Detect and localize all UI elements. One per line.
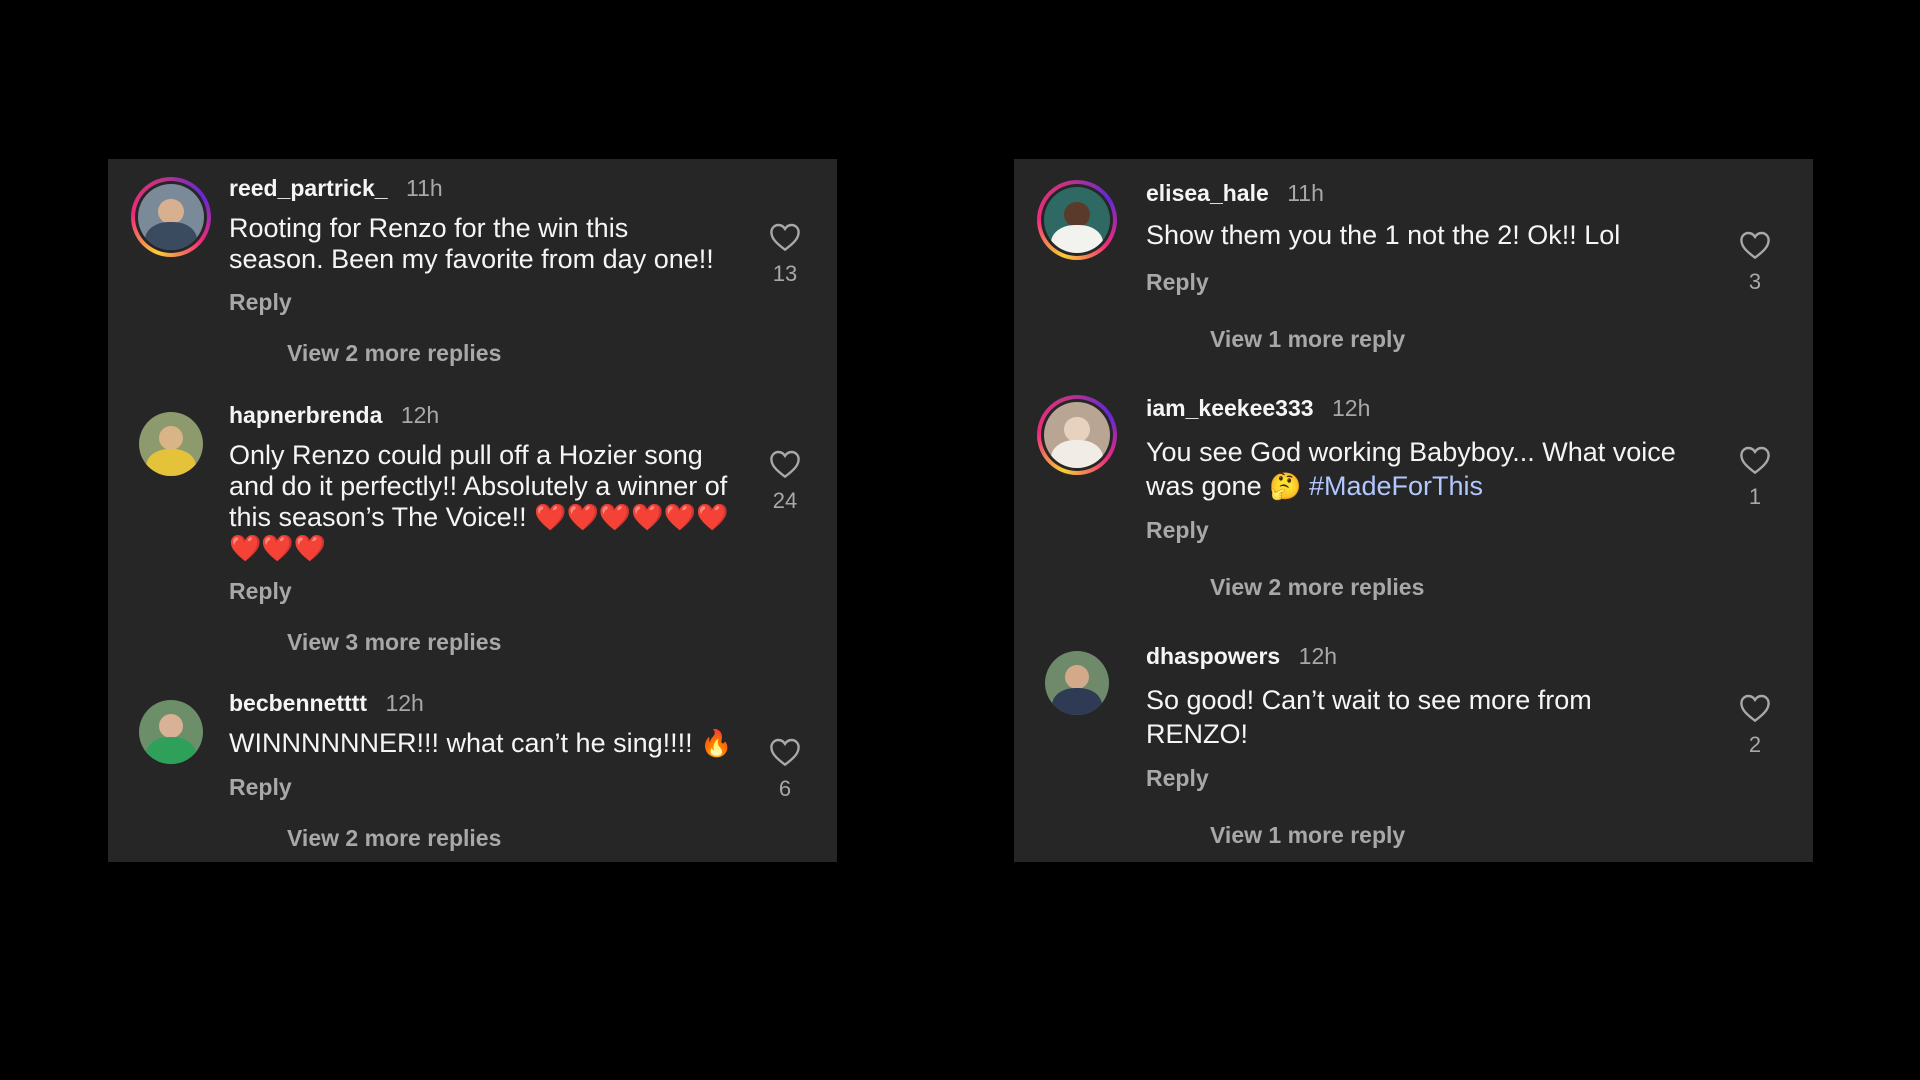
heart-icon[interactable] [1739,445,1771,475]
heart-icon[interactable] [769,449,801,479]
comment-username[interactable]: hapnerbrenda [229,402,382,428]
comment-timestamp: 12h [1332,395,1371,421]
comment-username[interactable]: iam_keekee333 [1146,395,1314,421]
avatar-photo [139,412,203,476]
like-count: 2 [1748,732,1762,757]
avatar[interactable] [1037,395,1117,475]
like-count: 6 [778,776,792,801]
avatar-photo [1044,187,1110,253]
comments-panel-left: reed_partrick_ 11h Rooting for Renzo for… [108,159,837,862]
reply-button[interactable]: Reply [1146,517,1209,544]
comment-text: Show them you the 1 not the 2! Ok!! Lol [1146,220,1621,250]
view-more-replies-link[interactable]: View 3 more replies [287,629,501,656]
avatar[interactable] [131,404,211,484]
comment-text: So good! Can’t wait to see more from REN… [1146,685,1592,749]
comment-text: Rooting for Renzo for the win this seaso… [229,213,714,274]
view-more-replies-link[interactable]: View 2 more replies [1210,574,1424,601]
hashtag-link[interactable]: #MadeForThis [1309,471,1483,501]
reply-button[interactable]: Reply [229,289,292,316]
avatar-photo [138,184,204,250]
like-control: 24 [760,449,810,514]
view-more-replies-link[interactable]: View 2 more replies [287,825,501,852]
comment-timestamp: 12h [385,690,424,716]
like-control: 13 [760,222,810,287]
avatar-photo [139,700,203,764]
avatar[interactable] [1037,643,1117,723]
comments-panel-right: elisea_hale 11h Show them you the 1 not … [1014,159,1813,862]
like-count: 24 [772,488,798,513]
avatar-photo [1044,402,1110,468]
view-more-replies-link[interactable]: View 1 more reply [1210,822,1405,849]
like-count: 13 [772,261,798,286]
like-count: 1 [1748,484,1762,509]
like-control: 2 [1730,693,1780,758]
like-count: 3 [1748,269,1762,294]
thinking-emoji: 🤔 [1269,471,1302,501]
reply-button[interactable]: Reply [1146,269,1209,296]
view-more-replies-link[interactable]: View 2 more replies [287,340,501,367]
reply-button[interactable]: Reply [229,578,292,605]
comment-username[interactable]: dhaspowers [1146,643,1280,669]
like-control: 1 [1730,445,1780,510]
comment-text: Only Renzo could pull off a Hozier song … [229,440,729,564]
heart-icon[interactable] [769,222,801,252]
comment-username[interactable]: elisea_hale [1146,180,1269,206]
comment-username[interactable]: reed_partrick_ [229,175,388,201]
comment-timestamp: 11h [406,175,443,201]
heart-icon[interactable] [1739,693,1771,723]
comment-timestamp: 12h [400,402,440,428]
like-control: 6 [760,737,810,802]
heart-icon[interactable] [769,737,801,767]
comment-timestamp: 11h [1287,180,1324,206]
like-control: 3 [1730,230,1780,295]
comment-text-body: WINNNNNNER!!! what can’t he sing!!!! [229,728,701,758]
avatar-photo [1045,651,1109,715]
avatar[interactable] [1037,180,1117,260]
comment-text: You see God working Babyboy... What voic… [1146,435,1686,503]
avatar[interactable] [131,692,211,772]
heart-icon[interactable] [1739,230,1771,260]
fire-emoji: 🔥 [700,728,733,758]
reply-button[interactable]: Reply [1146,765,1209,792]
reply-button[interactable]: Reply [229,774,292,801]
comment-text: WINNNNNNER!!! what can’t he sing!!!! 🔥 [229,728,749,759]
comment-timestamp: 12h [1298,643,1338,669]
view-more-replies-link[interactable]: View 1 more reply [1210,326,1405,353]
comment-username[interactable]: becbennetttt [229,690,367,716]
avatar[interactable] [131,177,211,257]
